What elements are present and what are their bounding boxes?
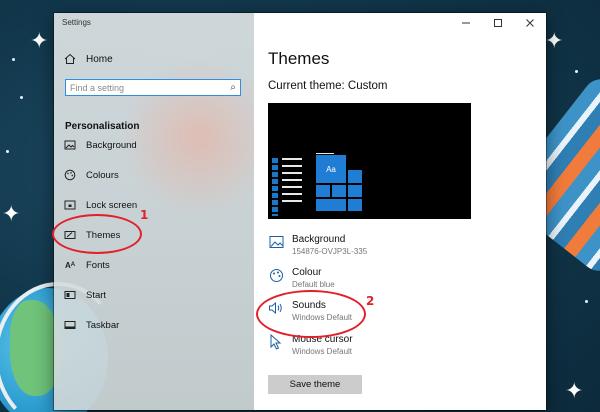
- preview-line: [282, 193, 302, 195]
- minimize-icon: [462, 22, 470, 24]
- current-theme-label: Current theme: Custom: [268, 80, 388, 92]
- preview-line: [282, 172, 302, 174]
- start-icon: [64, 289, 76, 301]
- annotation-ring-sounds: [256, 290, 366, 338]
- star-dot: [6, 150, 9, 153]
- nav-item-background[interactable]: Background: [64, 137, 137, 153]
- nav-item-label: Fonts: [86, 259, 110, 271]
- page-title: Themes: [268, 49, 330, 68]
- settings-window: Settings Home Find a setting ⌕ Personali…: [54, 13, 546, 410]
- fonts-icon: AA: [64, 260, 76, 270]
- nav-item-label: Lock screen: [86, 199, 138, 211]
- setting-background[interactable]: Background 154876-OVJP3L-335: [268, 234, 367, 258]
- preview-line: [316, 153, 334, 154]
- setting-value: 154876-OVJP3L-335: [292, 247, 368, 256]
- navigation-pane: Settings Home Find a setting ⌕ Personali…: [54, 13, 274, 410]
- palette-icon: [64, 169, 76, 181]
- home-icon: [64, 53, 76, 65]
- preview-tile: [332, 185, 346, 197]
- nav-item-label: Colours: [86, 169, 119, 181]
- setting-colour[interactable]: Colour Default blue: [268, 267, 335, 291]
- theme-preview: Aa: [268, 103, 471, 219]
- preview-start-menu: [272, 158, 278, 216]
- preview-tile: [348, 199, 362, 211]
- star-icon: ✦: [2, 201, 21, 226]
- preview-line: [282, 165, 302, 167]
- lock-screen-icon: [64, 199, 76, 211]
- annotation-ring-themes: [52, 214, 142, 254]
- nav-item-fonts[interactable]: AA Fonts: [64, 257, 110, 273]
- preview-line: [282, 200, 302, 202]
- search-box[interactable]: Find a setting ⌕: [65, 79, 241, 96]
- annotation-marker-1: 1: [140, 208, 149, 222]
- taskbar-icon: [64, 319, 76, 331]
- nav-item-taskbar[interactable]: Taskbar: [64, 317, 119, 333]
- palette-icon: [268, 267, 284, 283]
- preview-tile-large: Aa: [316, 155, 346, 183]
- content-pane: Themes Current theme: Custom Aa Backgrou…: [254, 13, 546, 410]
- window-controls: [450, 13, 546, 33]
- image-icon: [64, 139, 76, 151]
- star-icon: ✦: [565, 378, 584, 403]
- home-label: Home: [86, 53, 113, 65]
- star-icon: ✦: [545, 28, 564, 53]
- window-title: Settings: [62, 18, 91, 27]
- cursor-icon: [268, 334, 284, 350]
- annotation-marker-2: 2: [366, 294, 375, 308]
- setting-label: Colour: [292, 267, 322, 278]
- maximize-button[interactable]: [482, 13, 514, 33]
- close-button[interactable]: [514, 13, 546, 33]
- preview-line: [282, 179, 302, 181]
- preview-tile: [316, 199, 346, 211]
- preview-line: [282, 186, 302, 188]
- preview-tile: [348, 185, 362, 197]
- minimize-button[interactable]: [450, 13, 482, 33]
- preview-line: [282, 158, 302, 160]
- star-dot: [20, 96, 23, 99]
- search-input[interactable]: Find a setting: [66, 83, 226, 93]
- maximize-icon: [494, 19, 502, 27]
- star-dot: [12, 58, 15, 61]
- preview-tile: [348, 170, 362, 183]
- nav-item-label: Background: [86, 139, 137, 151]
- save-theme-button[interactable]: Save theme: [268, 375, 362, 394]
- close-icon: [526, 19, 534, 27]
- search-icon[interactable]: ⌕: [226, 82, 240, 93]
- star-icon: ✦: [30, 28, 49, 53]
- image-icon: [268, 234, 284, 250]
- star-dot: [575, 70, 578, 73]
- nav-item-label: Taskbar: [86, 319, 120, 331]
- nav-item-start[interactable]: Start: [64, 287, 106, 303]
- nav-item-label: Start: [86, 289, 107, 301]
- section-heading: Personalisation: [65, 121, 140, 132]
- nav-item-colours[interactable]: Colours: [64, 167, 119, 183]
- preview-tile: [316, 185, 330, 197]
- nav-item-lock-screen[interactable]: Lock screen: [64, 197, 137, 213]
- home-link[interactable]: Home: [64, 51, 113, 67]
- setting-label: Background: [292, 234, 346, 245]
- star-dot: [585, 300, 588, 303]
- setting-value: Windows Default: [292, 347, 353, 356]
